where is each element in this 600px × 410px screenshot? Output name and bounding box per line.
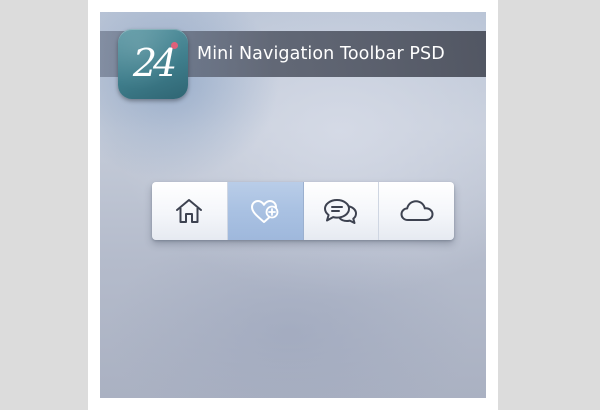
- messages-button[interactable]: [303, 182, 380, 240]
- page-title: Mini Navigation Toolbar PSD: [197, 44, 445, 64]
- cloud-button[interactable]: [379, 182, 454, 240]
- home-button[interactable]: [152, 182, 228, 240]
- toolbar-preview-artboard: Mini Navigation Toolbar PSD 24: [100, 12, 486, 398]
- favorites-button[interactable]: [227, 182, 304, 240]
- home-icon: [176, 199, 203, 223]
- logo-24: 24: [118, 29, 188, 99]
- logo-dot: [171, 42, 178, 49]
- cloud-icon: [400, 200, 434, 221]
- heart-plus-icon: [251, 200, 279, 223]
- navigation-toolbar: [152, 182, 454, 240]
- chat-bubbles-icon: [323, 199, 357, 224]
